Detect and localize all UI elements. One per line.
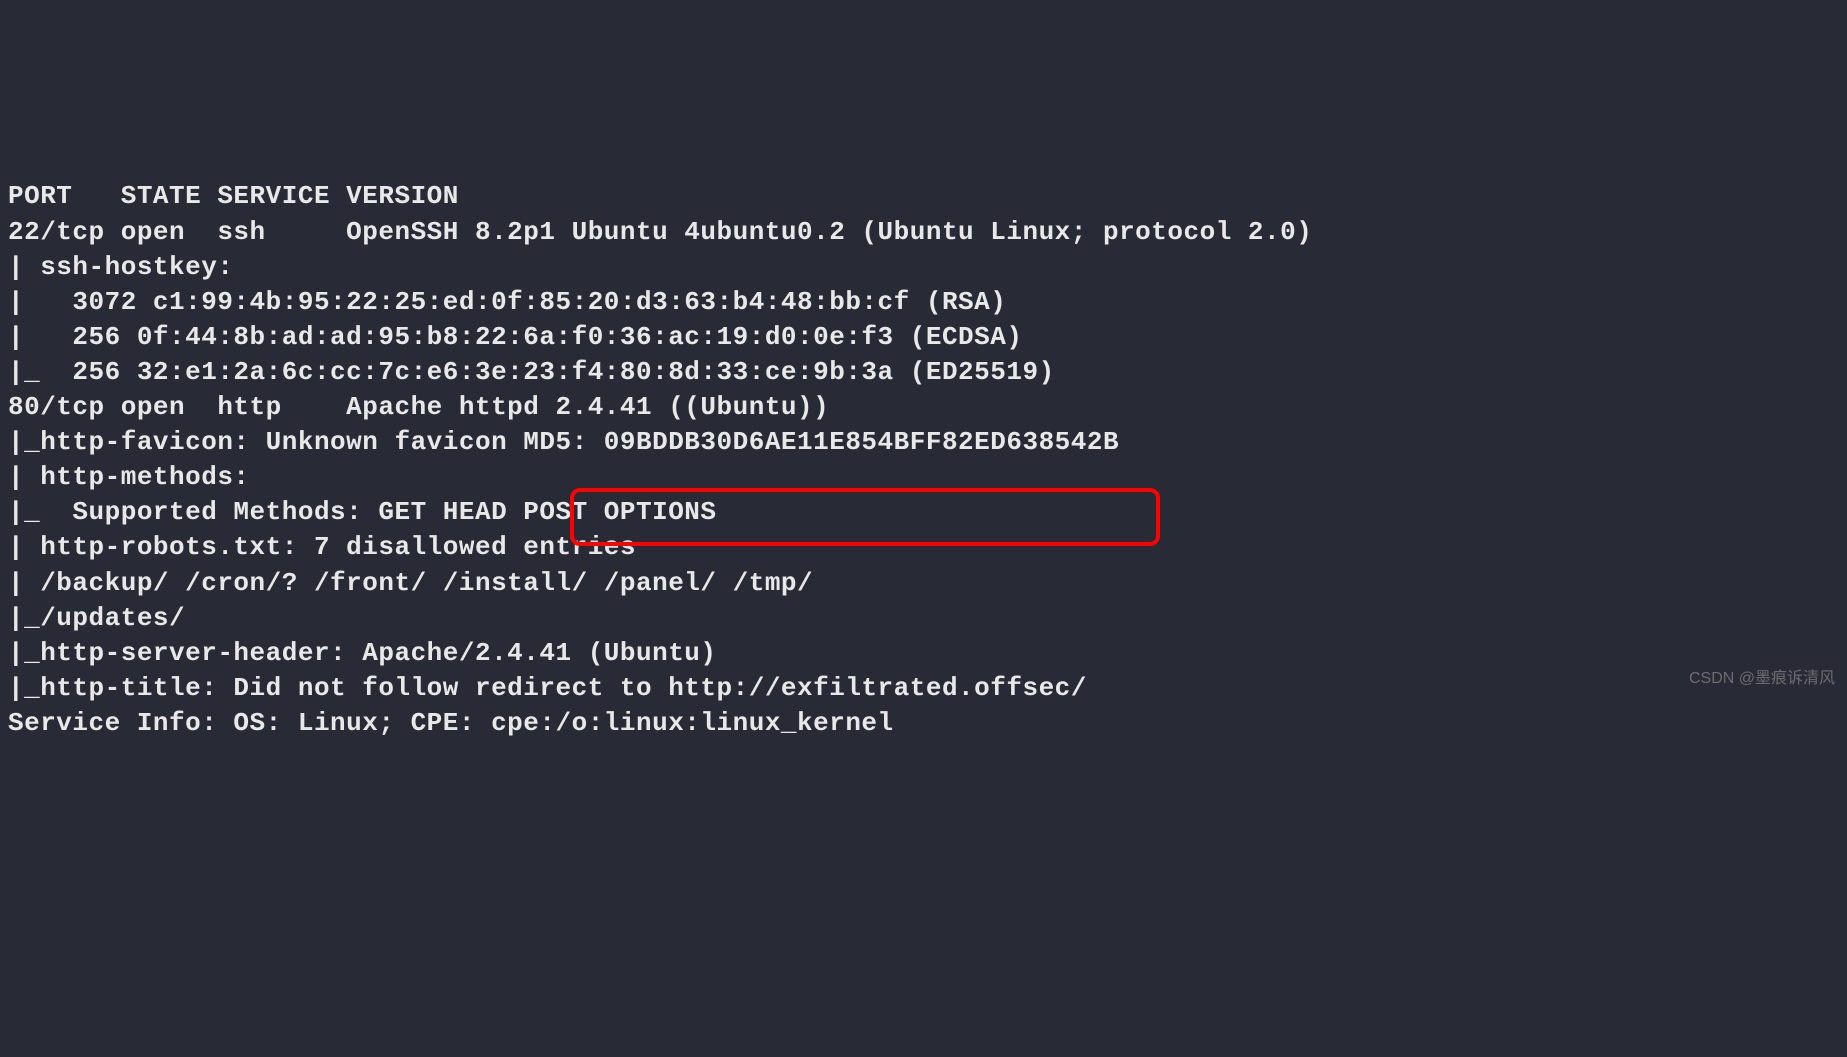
nmap-service-info-line: Service Info: OS: Linux; CPE: cpe:/o:lin… [8, 708, 894, 738]
nmap-header-line: PORT STATE SERVICE VERSION [8, 181, 459, 211]
nmap-port-22-line: 22/tcp open ssh OpenSSH 8.2p1 Ubuntu 4ub… [8, 217, 1312, 247]
nmap-http-title-line: |_http-title: Did not follow redirect to… [8, 673, 1087, 703]
nmap-server-header-line: |_http-server-header: Apache/2.4.41 (Ubu… [8, 638, 717, 668]
nmap-robots-line: | http-robots.txt: 7 disallowed entries [8, 532, 636, 562]
terminal-output: PORT STATE SERVICE VERSION 22/tcp open s… [8, 144, 1839, 741]
nmap-updates-line: |_/updates/ [8, 603, 185, 633]
nmap-rsa-key-line: | 3072 c1:99:4b:95:22:25:ed:0f:85:20:d3:… [8, 287, 1006, 317]
nmap-http-methods-line: | http-methods: [8, 462, 250, 492]
nmap-supported-methods-line: |_ Supported Methods: GET HEAD POST OPTI… [8, 497, 717, 527]
nmap-ecdsa-key-line: | 256 0f:44:8b:ad:ad:95:b8:22:6a:f0:36:a… [8, 322, 1022, 352]
nmap-disallowed-paths-line: | /backup/ /cron/? /front/ /install/ /pa… [8, 568, 813, 598]
watermark-text: CSDN @墨痕诉清风 [1689, 668, 1835, 690]
nmap-ssh-hostkey-line: | ssh-hostkey: [8, 252, 233, 282]
nmap-favicon-line: |_http-favicon: Unknown favicon MD5: 09B… [8, 427, 1119, 457]
nmap-ed25519-key-line: |_ 256 32:e1:2a:6c:cc:7c:e6:3e:23:f4:80:… [8, 357, 1055, 387]
nmap-port-80-line: 80/tcp open http Apache httpd 2.4.41 ((U… [8, 392, 829, 422]
